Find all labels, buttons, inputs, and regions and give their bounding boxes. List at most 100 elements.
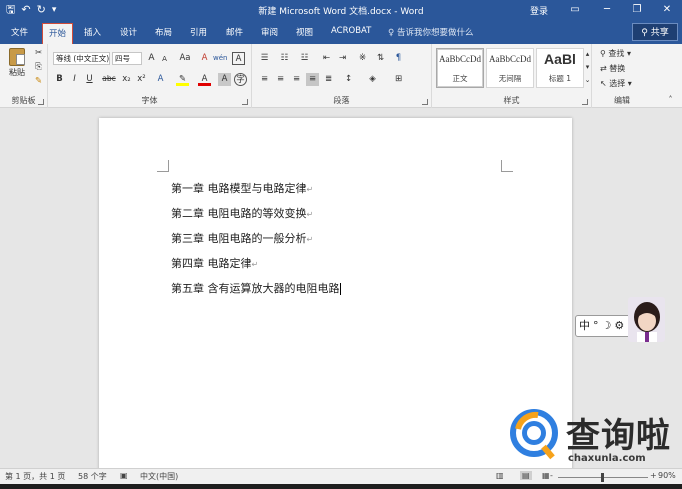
style-heading-1[interactable]: AaBl 标题 1	[536, 48, 584, 88]
strikethrough-button[interactable]: abc	[101, 73, 117, 86]
ime-avatar[interactable]	[628, 297, 665, 342]
zoom-slider-thumb[interactable]	[601, 473, 604, 482]
clear-formatting-icon[interactable]: A	[198, 52, 211, 65]
punctuation-icon[interactable]: °	[593, 316, 599, 336]
word-count[interactable]: 58 个字	[78, 471, 107, 482]
share-button[interactable]: ⚲ 共享	[632, 23, 678, 41]
show-marks-icon[interactable]: ¶	[392, 52, 405, 65]
document-line[interactable]: 第一章 电路模型与电路定律↵	[171, 180, 313, 196]
numbering-icon[interactable]: ☷	[278, 52, 291, 65]
font-size-combo[interactable]: 四号	[112, 52, 142, 65]
tab-home[interactable]: 开始	[42, 23, 74, 44]
document-line[interactable]: 第二章 电阻电路的等效变换↵	[171, 205, 313, 221]
clipboard-launcher-icon[interactable]	[38, 99, 44, 105]
print-layout-icon[interactable]: ▤	[520, 471, 532, 480]
font-group-label: 字体	[141, 96, 158, 105]
gear-icon[interactable]: ⚙	[614, 316, 624, 336]
tab-mailings[interactable]: 邮件	[226, 26, 243, 38]
multilevel-list-icon[interactable]: ☳	[298, 52, 311, 65]
document-page[interactable]: 第一章 电路模型与电路定律↵ 第二章 电阻电路的等效变换↵ 第三章 电阻电路的一…	[99, 118, 572, 478]
style-no-spacing[interactable]: AaBbCcDd 无间隔	[486, 48, 534, 88]
tab-design[interactable]: 设计	[120, 26, 137, 38]
bold-button[interactable]: B	[53, 73, 66, 86]
close-icon[interactable]: ✕	[658, 2, 676, 18]
underline-button[interactable]: U	[83, 73, 96, 86]
character-border-icon[interactable]: A	[232, 52, 245, 65]
superscript-button[interactable]: x²	[135, 73, 148, 86]
read-mode-icon[interactable]: ▥	[496, 471, 504, 480]
align-center-icon[interactable]: ≡	[274, 73, 287, 86]
minimize-icon[interactable]: ─	[598, 2, 616, 18]
cut-icon[interactable]: ✂	[32, 47, 45, 60]
phonetic-guide-icon[interactable]: wén	[213, 52, 227, 65]
format-painter-icon[interactable]: ✎	[32, 75, 45, 88]
watermark-text: 查询啦	[566, 416, 671, 456]
shading-icon[interactable]: ◈	[366, 73, 379, 86]
document-line[interactable]: 第五章 含有运算放大器的电阻电路	[171, 280, 341, 296]
shrink-font-icon[interactable]: A	[158, 53, 171, 66]
line-text: 第三章 电阻电路的一般分析	[171, 232, 307, 245]
page-count[interactable]: 第 1 页，共 1 页	[5, 471, 65, 482]
change-case-icon[interactable]: Aa	[176, 52, 194, 65]
tab-file[interactable]: 文件	[11, 26, 28, 38]
tab-references[interactable]: 引用	[190, 26, 207, 38]
character-shading-icon[interactable]: A	[218, 73, 231, 86]
text-effects-icon[interactable]: A	[154, 73, 167, 86]
find-label: 查找	[608, 49, 625, 58]
bullets-icon[interactable]: ☰	[258, 52, 271, 65]
paste-button[interactable]: 粘贴	[6, 48, 28, 78]
chinese-layout-icon[interactable]: ※	[356, 52, 369, 65]
font-color-icon[interactable]: A	[198, 73, 211, 86]
style-normal[interactable]: AaBbCcDd 正文	[436, 48, 484, 88]
paragraph-launcher-icon[interactable]	[422, 99, 428, 105]
borders-icon[interactable]: ⊞	[392, 73, 405, 86]
italic-button[interactable]: I	[68, 73, 81, 86]
margin-corner-top-left	[157, 160, 169, 172]
tab-view[interactable]: 视图	[296, 26, 313, 38]
collapse-ribbon-icon[interactable]: ˄	[664, 94, 677, 107]
enclose-characters-icon[interactable]: 字	[234, 73, 247, 86]
zoom-in-icon[interactable]: +	[650, 471, 657, 480]
sort-icon[interactable]: ⇅	[374, 52, 387, 65]
person-icon: ⚲	[641, 28, 651, 38]
style-preview: AaBbCcDd	[489, 54, 531, 64]
grow-font-icon[interactable]: A	[145, 52, 158, 65]
tab-review[interactable]: 审阅	[261, 26, 278, 38]
tab-acrobat[interactable]: ACROBAT	[331, 26, 371, 36]
document-line[interactable]: 第三章 电阻电路的一般分析↵	[171, 230, 313, 246]
font-launcher-icon[interactable]	[242, 99, 248, 105]
align-right-icon[interactable]: ≡	[290, 73, 303, 86]
language-status[interactable]: 中文(中国)	[140, 471, 178, 482]
text-cursor	[339, 283, 341, 295]
style-preview: AaBbCcDd	[439, 54, 481, 64]
increase-indent-icon[interactable]: ⇥	[336, 52, 349, 65]
moon-icon[interactable]: ☽	[602, 316, 612, 336]
subscript-button[interactable]: x₂	[120, 73, 133, 86]
ime-mode[interactable]: 中	[579, 316, 590, 336]
line-spacing-icon[interactable]: ↕	[342, 73, 355, 86]
proofing-icon[interactable]: ▣	[120, 471, 128, 480]
highlight-color-icon[interactable]: ✎	[176, 73, 189, 86]
ribbon-display-options-icon[interactable]: ▭	[566, 2, 584, 18]
find-button[interactable]: ⚲ 查找 ▾	[600, 49, 631, 59]
select-button[interactable]: ↖ 选择 ▾	[600, 79, 632, 89]
zoom-out-icon[interactable]: -	[550, 471, 553, 480]
zoom-level[interactable]: 90%	[658, 471, 676, 480]
font-name-combo[interactable]: 等线 (中文正文)	[53, 52, 110, 65]
copy-icon[interactable]: ⎘	[32, 61, 45, 74]
styles-launcher-icon[interactable]	[582, 99, 588, 105]
web-layout-icon[interactable]: ▦	[542, 471, 550, 480]
tab-layout[interactable]: 布局	[155, 26, 172, 38]
paragraph-group: ☰ ☷ ☳ ⇤ ⇥ ※ ⇅ ¶ ≡ ≡ ≡ ≡ ≣ ↕ ◈ ⊞ 段落	[252, 44, 432, 108]
line-text: 第四章 电路定律	[171, 257, 252, 270]
decrease-indent-icon[interactable]: ⇤	[320, 52, 333, 65]
restore-icon[interactable]: ❐	[628, 2, 646, 18]
tab-insert[interactable]: 插入	[84, 26, 101, 38]
document-line[interactable]: 第四章 电路定律↵	[171, 255, 258, 271]
align-left-icon[interactable]: ≡	[258, 73, 271, 86]
replace-button[interactable]: ⇄ 替换	[600, 64, 625, 74]
login-link[interactable]: 登录	[530, 4, 548, 17]
justify-icon[interactable]: ≡	[306, 73, 319, 86]
distributed-icon[interactable]: ≣	[322, 73, 335, 86]
tell-me-search[interactable]: ♀ 告诉我你想要做什么	[388, 26, 473, 38]
